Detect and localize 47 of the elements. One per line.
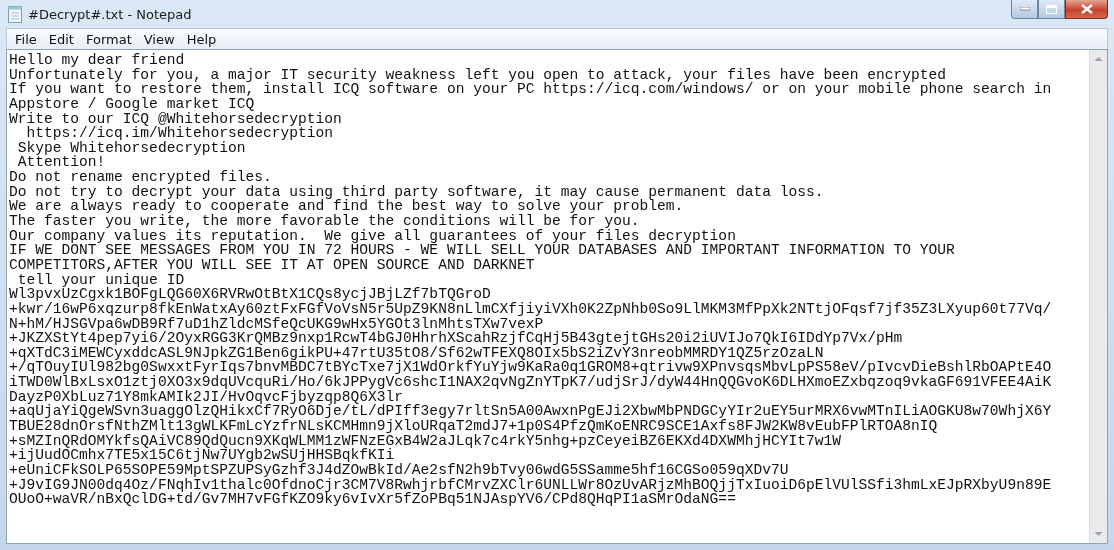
text-line: OUoO+waVR/nBxQclDG+td/Gv7MH7vFGfKZO9ky6vIvXr5fZoPBq51NJAspYV6/CPd8QHqPI1aSMrOdaNG== [9,492,736,507]
text-line: +ijUudOCmhx7TE5x15C6tjNw7UYgb2wSUjHHSBqkfKIi [9,448,395,463]
text-line: +qXTdC3iMEWCyxddcASL9NJpkZG1Ben6gikPU+47rtU35tO8/Sf62wTFEXQ8OIx5bS2iZvY3nreobMMRDY1QZ5rzOzaLN [9,345,824,361]
text-line: +J9vIG9JN00dq4Oz/FNqhIv1thalc0OfdnoCjr3CM7V8RwhjrbfCMrvZXClr6UNLLWr8OzUvARjzMhBOQjjTxIuoiD6pElVUlSSfi3hmLxEJpRXbyU9n89E [9,477,1052,493]
text-line: If you want to restore them, install ICQ software on your PC https://icq.com/windows/ or on your mobile phone search in [9,82,1052,97]
text-line: +eUniCFkSOLP65SOPE59MptSPZUPSyGzhf3J4dZOwBkId/Ae2sfN2h9bTvy06wdG5SSamme5hf16CGSo059qXDv7U [9,462,789,478]
scroll-up-icon[interactable] [1094,56,1103,62]
menu-item[interactable]: Format [79,30,138,48]
text-line: IF WE DONT SEE MESSAGES FROM YOU IN 72 HOURS - WE WILL SELL YOUR DATABASES AND IMPORTANT INFORMATION TO YOUR [9,243,955,258]
close-icon [1080,4,1093,14]
text-line: +sMZInQRdOMYkfsQAiVC89QdQucn9XKqWLMM1zWFNzEGxB4W2aJLqk7c4rkY5nhg+pzCeyeiBZ6EKXd4DXWMhjHCYIt7w1W [9,433,841,449]
text-line: DayzP0XbLuz71Y8mkAMIk2JI/HvOqvcFjbyzqp8Q6X3lr [9,389,404,405]
minimize-icon [1019,7,1030,11]
text-line: TBUE28dnOrsfNthZMlt13gWLKFmLcYzfrNLsKCMHmn9jXloURqaT2mdJ7+1p0S4PfzQmKoENRC9SCE1Axfs8FJW2KW8vEubFPlRTOA8nIQ [9,419,938,434]
text-line: +kwr/16wP6xqzurp8fkEnWatxAy60ztFxFGfVoVsN5r5UpZ9KN8nLlmCXfjiyiVXh0K2ZpNhb0So9LlMKM3MfPpXk2NTtjOFqsf7jf35Z3LXyup60t77Vq/ [9,301,1052,317]
text-line: Write to our ICQ @Whitehorsedecryption [9,111,342,127]
text-line: Skype Whitehorsedecryption [16,140,246,156]
text-line: +aqUjaYiQgeWSvn3uaggOlzQHikxCf7RyO6Dje/tL/dPIff3egy7rltSn5A00AwxnPgEJi2XbwMbPNDGCyYIr2uEY5urMRX6vwMTnILiAOGKU8w70WhjX6Y [9,404,1052,419]
notepad-icon [8,5,22,23]
text-line: https://icq.im/Whitehorsedecryption [26,126,334,141]
window-title: #Decrypt#.txt - Notepad [28,6,192,22]
text-line: Hello my dear friend [9,53,185,68]
maximize-button[interactable] [1038,0,1065,19]
menu-item[interactable]: View [137,30,181,48]
text-line: COMPETITORS,AFTER YOU WILL SEE IT AT OPEN SOURCE AND DARKNET [9,257,535,273]
text-line: Unfortunately for you, a major IT security weakness left you open to attack, your files have been encrypted [9,67,947,83]
menu-item[interactable]: Edit [42,30,80,48]
maximize-icon [1046,4,1057,14]
text-line: Our company values its reputation. We give all guarantees of your files decryption [9,228,736,244]
text-line: Do not try to decrypt your data using third party software, it may cause permanent data loss. [9,184,824,200]
text-line: +JKZXStYt4pep7yi6/2OyxRGG3KrQMBz9nxp1RcwT4bGJ0HhrhXScahRzjfCqHj5B43gtejtGHs20i2iUVIJo7QkI6IDdYp7Vx/pHm [9,331,903,346]
text-line: Do not rename encrypted files. [9,170,272,185]
text-line: We are always ready to cooperate and find the best way to solve your problem. [9,199,684,215]
minimize-button[interactable] [1011,0,1038,19]
text-line: +/qTOuyIUl982bg0SwxxtFyrIqs7bnvMBDC7tBYcTxe7jX1WdOrkfYuYjw9KaRa0q1GROM8+qtrivw9XPnvsqsMbvLpPS58eV/pIvcvDieBshlRbOAPtE4O [9,360,1052,376]
text-line: Attention! [16,155,106,171]
vertical-scrollbar[interactable] [1089,50,1107,543]
text-line: iTWD0WlBxLsxO1ztj0XO3x9dqUVcquRi/Ho/6kJPPygVc6shcI1NAX2qvNgZnYTpK7/udjSrJ/dyW44HnQQGvoK6DLHXmoEZxbqzoq9vkaGF691VFEE4AiK [9,375,1052,390]
text-line: Appstore / Google market ICQ [9,96,255,112]
text-line: Wl3pvxUzCgxk1BOFgLQG60X6RVRwOtBtX1CQs8ycjJBjLZf7bTQGroD [9,287,491,302]
close-button[interactable] [1065,0,1108,19]
menu-item[interactable]: File [9,30,43,48]
scroll-down-icon[interactable] [1094,531,1103,537]
text-line: N+hM/HJSGVpa6wDB9Rf7uD1hZldcMSfeQcUKG9wHx5YGOt3lnMhtsTXw7vexP [9,316,544,332]
text-line: The faster you write, the more favorable the conditions will be for you. [9,214,640,229]
menu-item[interactable]: Help [180,30,223,48]
text-line: tell your unique ID [17,272,185,288]
